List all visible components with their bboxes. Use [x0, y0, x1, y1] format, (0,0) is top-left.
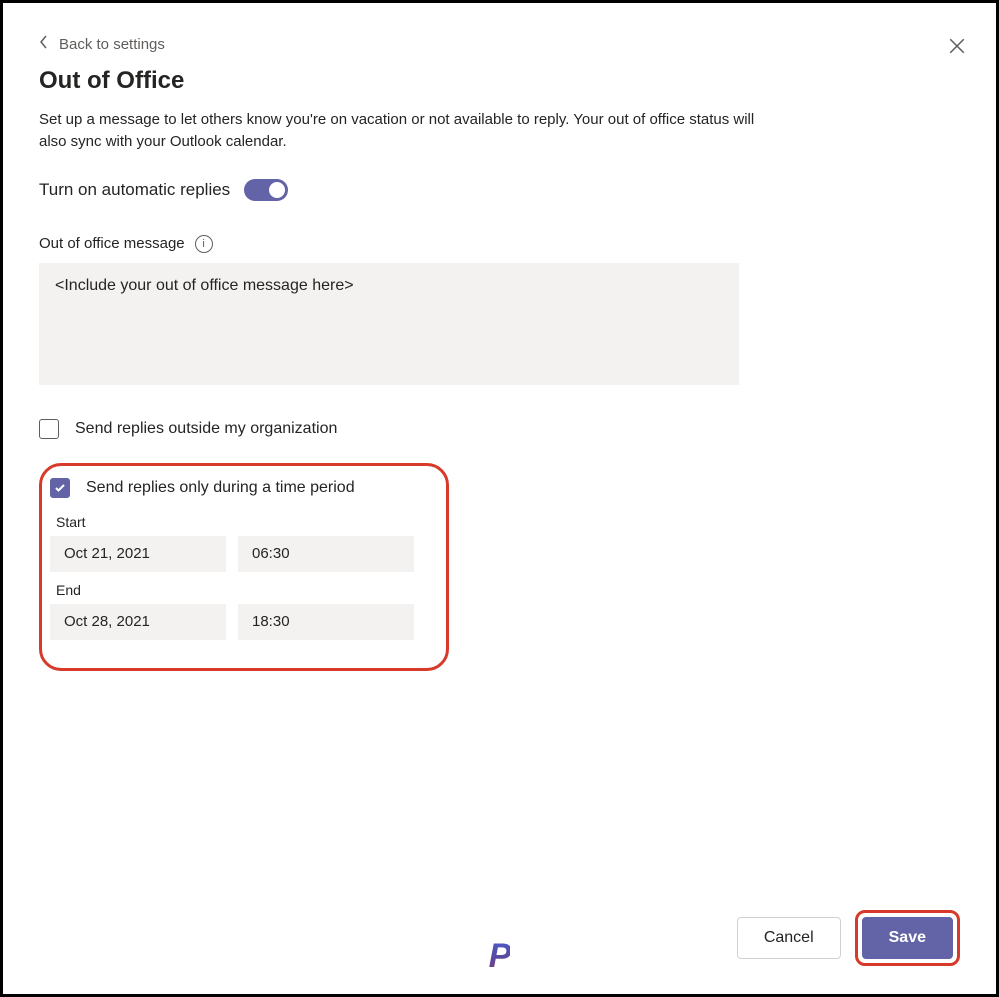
- time-period-label: Send replies only during a time period: [86, 479, 355, 497]
- end-label: End: [56, 582, 426, 598]
- cancel-button[interactable]: Cancel: [737, 917, 841, 959]
- chevron-left-icon: [39, 35, 49, 53]
- back-to-settings-link[interactable]: Back to settings: [39, 35, 960, 53]
- end-date-picker[interactable]: Oct 28, 2021: [50, 604, 226, 640]
- close-icon: [948, 42, 966, 59]
- watermark-logo: P: [489, 937, 511, 976]
- auto-replies-toggle-label: Turn on automatic replies: [39, 180, 230, 200]
- save-button[interactable]: Save: [862, 917, 953, 959]
- close-button[interactable]: [948, 37, 966, 60]
- time-period-highlight: Send replies only during a time period S…: [39, 463, 449, 671]
- page-title: Out of Office: [39, 67, 960, 95]
- start-label: Start: [56, 514, 426, 530]
- time-period-checkbox[interactable]: [50, 478, 70, 498]
- info-icon[interactable]: i: [195, 235, 213, 253]
- toggle-knob: [269, 182, 285, 198]
- out-of-office-message-input[interactable]: [39, 263, 739, 385]
- start-time-picker[interactable]: 06:30: [238, 536, 414, 572]
- start-date-picker[interactable]: Oct 21, 2021: [50, 536, 226, 572]
- message-field-label: Out of office message: [39, 235, 185, 252]
- auto-replies-toggle[interactable]: [244, 179, 288, 201]
- end-time-picker[interactable]: 18:30: [238, 604, 414, 640]
- send-outside-org-label: Send replies outside my organization: [75, 420, 337, 438]
- page-description: Set up a message to let others know you'…: [39, 109, 759, 153]
- send-outside-org-checkbox[interactable]: [39, 419, 59, 439]
- save-button-highlight: Save: [855, 910, 960, 966]
- back-label: Back to settings: [59, 36, 165, 53]
